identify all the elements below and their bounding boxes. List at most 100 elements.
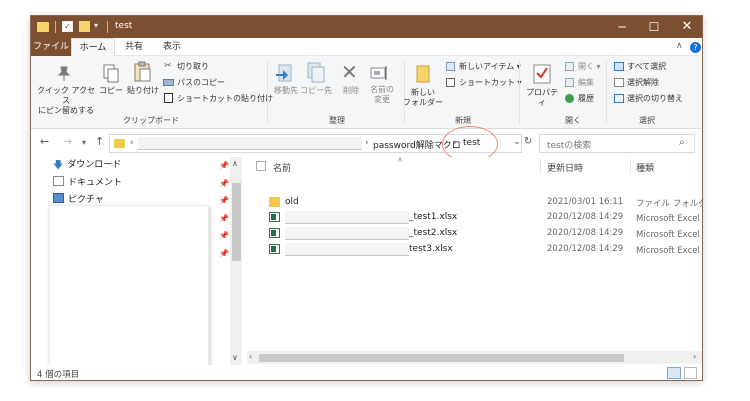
copy-icon (103, 64, 119, 83)
redacted-filename (285, 243, 409, 256)
file-name: test3.xlsx (409, 244, 453, 254)
properties-label: プロパティ (526, 88, 558, 107)
address-dropdown-icon[interactable]: ⌄ (513, 137, 521, 147)
cut-label: 切り取り (177, 62, 209, 71)
redacted-filename (285, 211, 409, 224)
table-row[interactable]: _test2.xlsx 2020/12/08 14:29 Microsoft E… (247, 226, 702, 242)
invert-selection-label: 選択の切り替え (627, 94, 683, 103)
column-header-type[interactable]: 種類 (636, 161, 654, 174)
paste-icon (134, 61, 151, 82)
scrollbar-thumb[interactable] (232, 183, 241, 261)
file-name: _test1.xlsx (409, 212, 458, 222)
pin-icon[interactable]: 📌 (219, 196, 229, 205)
pin-icon[interactable]: 📌 (219, 249, 229, 258)
refresh-icon[interactable]: ↻ (524, 136, 532, 147)
select-group-label: 選択 (639, 116, 655, 125)
file-date: 2020/12/08 14:29 (547, 228, 624, 238)
sidebar-item-label: ドキュメント (68, 178, 123, 188)
tab-share[interactable]: 共有 (117, 38, 151, 56)
breadcrumb-separator[interactable]: › (365, 138, 369, 148)
shortcut-label: ショートカット ▾ (459, 78, 522, 87)
column-header-date[interactable]: 更新日時 (547, 161, 583, 174)
scroll-down-icon[interactable]: ∨ (232, 353, 238, 362)
column-divider[interactable] (540, 159, 541, 173)
address-overflow[interactable]: ‹ (130, 138, 134, 148)
clipboard-group-label: クリップボード (123, 116, 179, 125)
excel-file-icon (269, 212, 280, 222)
sidebar-item-label: ダウンロード (67, 160, 122, 170)
address-redacted-path (138, 137, 362, 150)
file-type: Microsoft Excel ワ (636, 230, 702, 240)
new-folder-label: 新しい フォルダー (403, 88, 443, 107)
customize-quick-access-icon[interactable]: ▾ (94, 21, 98, 35)
search-input[interactable]: testの検索 ⌕ (539, 134, 695, 153)
folder-icon (114, 139, 125, 148)
open-label: 開く ▾ (578, 62, 601, 71)
file-name: old (285, 197, 299, 207)
back-arrow-icon[interactable]: ← (40, 135, 49, 148)
copy-path-label: パスのコピー (177, 78, 225, 87)
open-icon (565, 62, 574, 71)
history-label: 履歴 (578, 94, 594, 103)
properties-quick-icon[interactable]: ✓ (62, 21, 73, 32)
scroll-right-icon[interactable]: › (693, 352, 696, 361)
tab-file[interactable]: ファイル (31, 38, 71, 56)
minimize-button[interactable]: ─ (606, 16, 638, 38)
picture-icon (53, 193, 64, 203)
new-item-icon (446, 62, 455, 71)
column-divider[interactable] (630, 159, 631, 173)
horizontal-scrollbar[interactable]: ‹ › (247, 351, 702, 364)
history-icon (565, 94, 574, 103)
pin-icon[interactable]: 📌 (219, 231, 229, 240)
collapse-ribbon-icon[interactable]: ∧ (676, 41, 683, 51)
close-button[interactable]: ✕ (671, 16, 702, 38)
column-header-name[interactable]: 名前 (273, 161, 291, 174)
title-bar: ✓ ▾ test ─ ☐ ✕ (31, 16, 702, 38)
table-row[interactable]: _test1.xlsx 2020/12/08 14:29 Microsoft E… (247, 210, 702, 226)
window-title: test (115, 21, 133, 31)
table-row[interactable]: old 2021/03/01 16:11 ファイル フォルダー (247, 195, 702, 211)
pin-icon[interactable]: 📌 (219, 161, 229, 170)
ribbon-home: クイック アクセス にピン留めする コピー 貼り付け ✂ 切り取り パスのコピー… (31, 56, 702, 129)
file-date: 2020/12/08 14:29 (547, 212, 624, 222)
ribbon-tabs: ファイル ホーム 共有 表示 ∧ ? (31, 38, 702, 56)
move-to-label: 移動先 (274, 86, 298, 95)
help-icon[interactable]: ? (690, 42, 701, 53)
scrollbar-thumb[interactable] (259, 354, 624, 362)
search-icon[interactable]: ⌕ (679, 137, 685, 148)
edit-icon (565, 78, 574, 87)
table-row[interactable]: test3.xlsx 2020/12/08 14:29 Microsoft Ex… (247, 242, 702, 258)
scroll-up-icon[interactable]: ∧ (232, 159, 238, 168)
quick-access-separator (55, 21, 56, 33)
navigation-pane: 🡇 ダウンロード 📌 ドキュメント 📌 ピクチャ 📌 📌 📌 📌 (31, 157, 247, 366)
title-separator (107, 21, 108, 33)
group-separator (519, 60, 520, 124)
delete-x-icon: ✕ (341, 60, 358, 84)
new-folder-quick-icon[interactable] (79, 21, 90, 32)
status-bar: 4 個の項目 (31, 365, 702, 380)
download-arrow-icon: 🡇 (53, 160, 64, 171)
pin-icon[interactable]: 📌 (219, 214, 229, 223)
navigation-pane-scrollbar[interactable]: ∧ ∨ (230, 157, 242, 365)
group-separator (606, 60, 607, 124)
scissors-icon: ✂ (164, 61, 172, 71)
scroll-left-icon[interactable]: ‹ (249, 352, 252, 361)
new-group-label: 新規 (455, 116, 471, 125)
maximize-button[interactable]: ☐ (638, 16, 670, 38)
tab-view[interactable]: 表示 (155, 38, 189, 56)
item-count: 4 個の項目 (37, 370, 80, 380)
up-arrow-icon[interactable]: ↑ (95, 135, 104, 148)
delete-label: 削除 (343, 86, 359, 95)
details-view-icon[interactable] (667, 367, 681, 379)
file-type: Microsoft Excel ワ (636, 214, 702, 224)
file-name: _test2.xlsx (409, 228, 458, 238)
pin-icon[interactable]: 📌 (219, 179, 229, 188)
sidebar-item-documents[interactable]: ドキュメント (53, 175, 122, 191)
tab-home[interactable]: ホーム (71, 38, 115, 56)
redacted-panel (49, 205, 209, 366)
select-all-checkbox[interactable] (256, 161, 266, 171)
recent-locations-icon[interactable]: ▾ (82, 138, 86, 147)
forward-arrow-icon[interactable]: → (63, 135, 72, 148)
large-icons-view-icon[interactable] (684, 367, 697, 379)
sidebar-item-downloads[interactable]: 🡇 ダウンロード (53, 157, 121, 173)
